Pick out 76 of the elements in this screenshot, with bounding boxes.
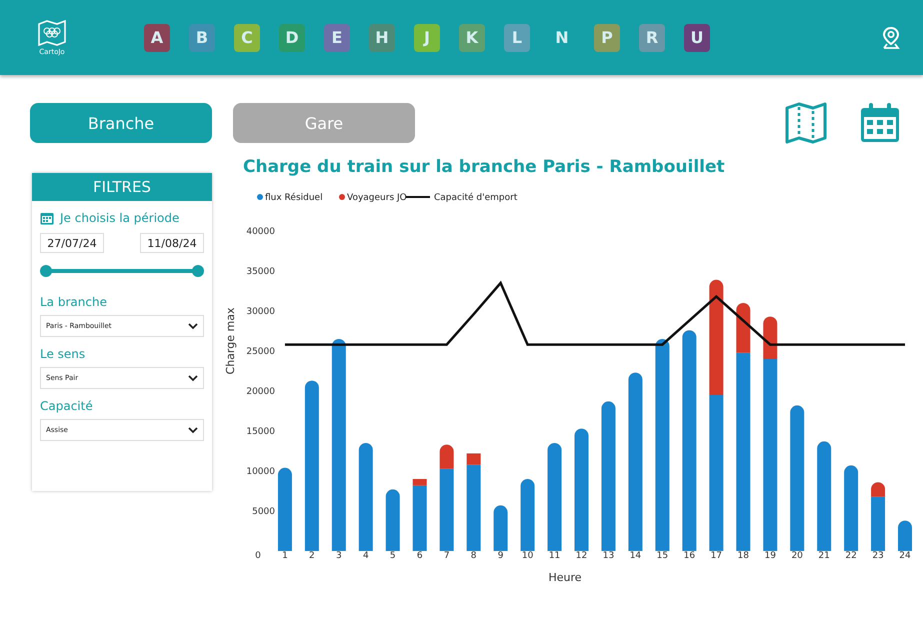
x-tick-label: 8 xyxy=(470,551,477,561)
x-tick-label: 22 xyxy=(845,551,857,561)
map-icon[interactable] xyxy=(784,102,828,144)
x-tick-label: 6 xyxy=(416,551,423,561)
chevron-down-icon xyxy=(188,374,198,382)
legend-line xyxy=(406,196,430,198)
line-button[interactable]: D xyxy=(279,24,305,52)
line-button[interactable]: E xyxy=(324,24,350,52)
line-button[interactable]: J xyxy=(414,24,440,52)
y-tick-label: 30000 xyxy=(246,307,275,317)
filter-label: Le sens xyxy=(40,347,86,361)
x-tick-label: 23 xyxy=(872,551,884,561)
x-axis-title: Heure xyxy=(548,571,582,584)
legend-label: Voyageurs JO xyxy=(347,193,407,203)
x-tick-label: 17 xyxy=(710,551,722,561)
line-button[interactable]: H xyxy=(369,24,395,52)
x-tick-label: 24 xyxy=(899,551,911,561)
x-tick-label: 15 xyxy=(656,551,668,561)
x-tick-label: 1 xyxy=(282,551,288,561)
location-pin-icon[interactable] xyxy=(881,26,901,50)
x-tick-label: 16 xyxy=(684,551,696,561)
period-slider[interactable] xyxy=(40,265,204,277)
y-tick-label: 20000 xyxy=(246,387,275,397)
line-button[interactable]: P xyxy=(594,24,620,52)
line-button[interactable]: K xyxy=(459,24,485,52)
line-button[interactable]: B xyxy=(189,24,215,52)
line-button[interactable]: R xyxy=(639,24,665,52)
chevron-down-icon xyxy=(188,322,198,330)
legend-marker xyxy=(339,194,345,200)
date-field[interactable]: 11/08/24 xyxy=(140,233,204,253)
legend-label: flux Résiduel xyxy=(265,193,323,203)
bar xyxy=(898,520,912,551)
x-tick-label: 14 xyxy=(630,551,642,561)
x-tick-label: 2 xyxy=(309,551,315,561)
x-tick-label: 11 xyxy=(548,551,560,561)
x-tick-label: 7 xyxy=(444,551,450,561)
date-field[interactable]: 27/07/24 xyxy=(40,233,104,253)
x-tick-label: 5 xyxy=(390,551,396,561)
y-tick-label: 10000 xyxy=(246,467,275,477)
y-tick-label: 5000 xyxy=(252,507,275,517)
x-tick-label: 18 xyxy=(738,551,749,561)
y-tick-label: 35000 xyxy=(246,267,275,277)
period-label: Je choisis la période xyxy=(60,211,180,225)
x-tick-label: 13 xyxy=(602,551,614,561)
view-tab[interactable]: Gare xyxy=(233,103,415,143)
filter-label: La branche xyxy=(40,295,108,309)
bar xyxy=(494,505,508,551)
x-tick-label: 3 xyxy=(336,551,342,561)
line-button[interactable]: C xyxy=(234,24,260,52)
legend-label: Capacité d'emport xyxy=(434,193,518,203)
x-tick-label: 10 xyxy=(522,551,534,561)
x-tick-label: 9 xyxy=(498,551,504,561)
chart-title: Charge du train sur la branche Paris - Rambouillet xyxy=(243,157,726,177)
calendar-icon[interactable] xyxy=(859,102,901,144)
line-button[interactable]: U xyxy=(684,24,710,52)
line-button[interactable]: A xyxy=(144,24,170,52)
x-tick-label: 19 xyxy=(764,551,776,561)
legend-marker xyxy=(257,194,263,200)
line-button[interactable]: L xyxy=(504,24,530,52)
bar xyxy=(386,489,400,551)
filters-title: FILTRES xyxy=(32,173,212,201)
x-tick-label: 21 xyxy=(818,551,830,561)
bar xyxy=(520,479,535,551)
chevron-down-icon xyxy=(188,426,198,434)
calendar-icon xyxy=(40,211,54,225)
y-tick-label: 15000 xyxy=(246,427,275,437)
filter-label: Capacité xyxy=(40,399,94,413)
view-tab[interactable]: Branche xyxy=(30,103,212,143)
x-tick-label: 0 xyxy=(255,551,261,561)
x-tick-label: 12 xyxy=(576,551,588,561)
map-logo-icon xyxy=(37,20,67,46)
y-axis-title: Charge max xyxy=(224,308,237,374)
x-tick-label: 20 xyxy=(791,551,803,561)
y-tick-label: 25000 xyxy=(246,347,275,357)
x-tick-label: 4 xyxy=(362,551,369,561)
y-tick-label: 40000 xyxy=(246,227,275,237)
